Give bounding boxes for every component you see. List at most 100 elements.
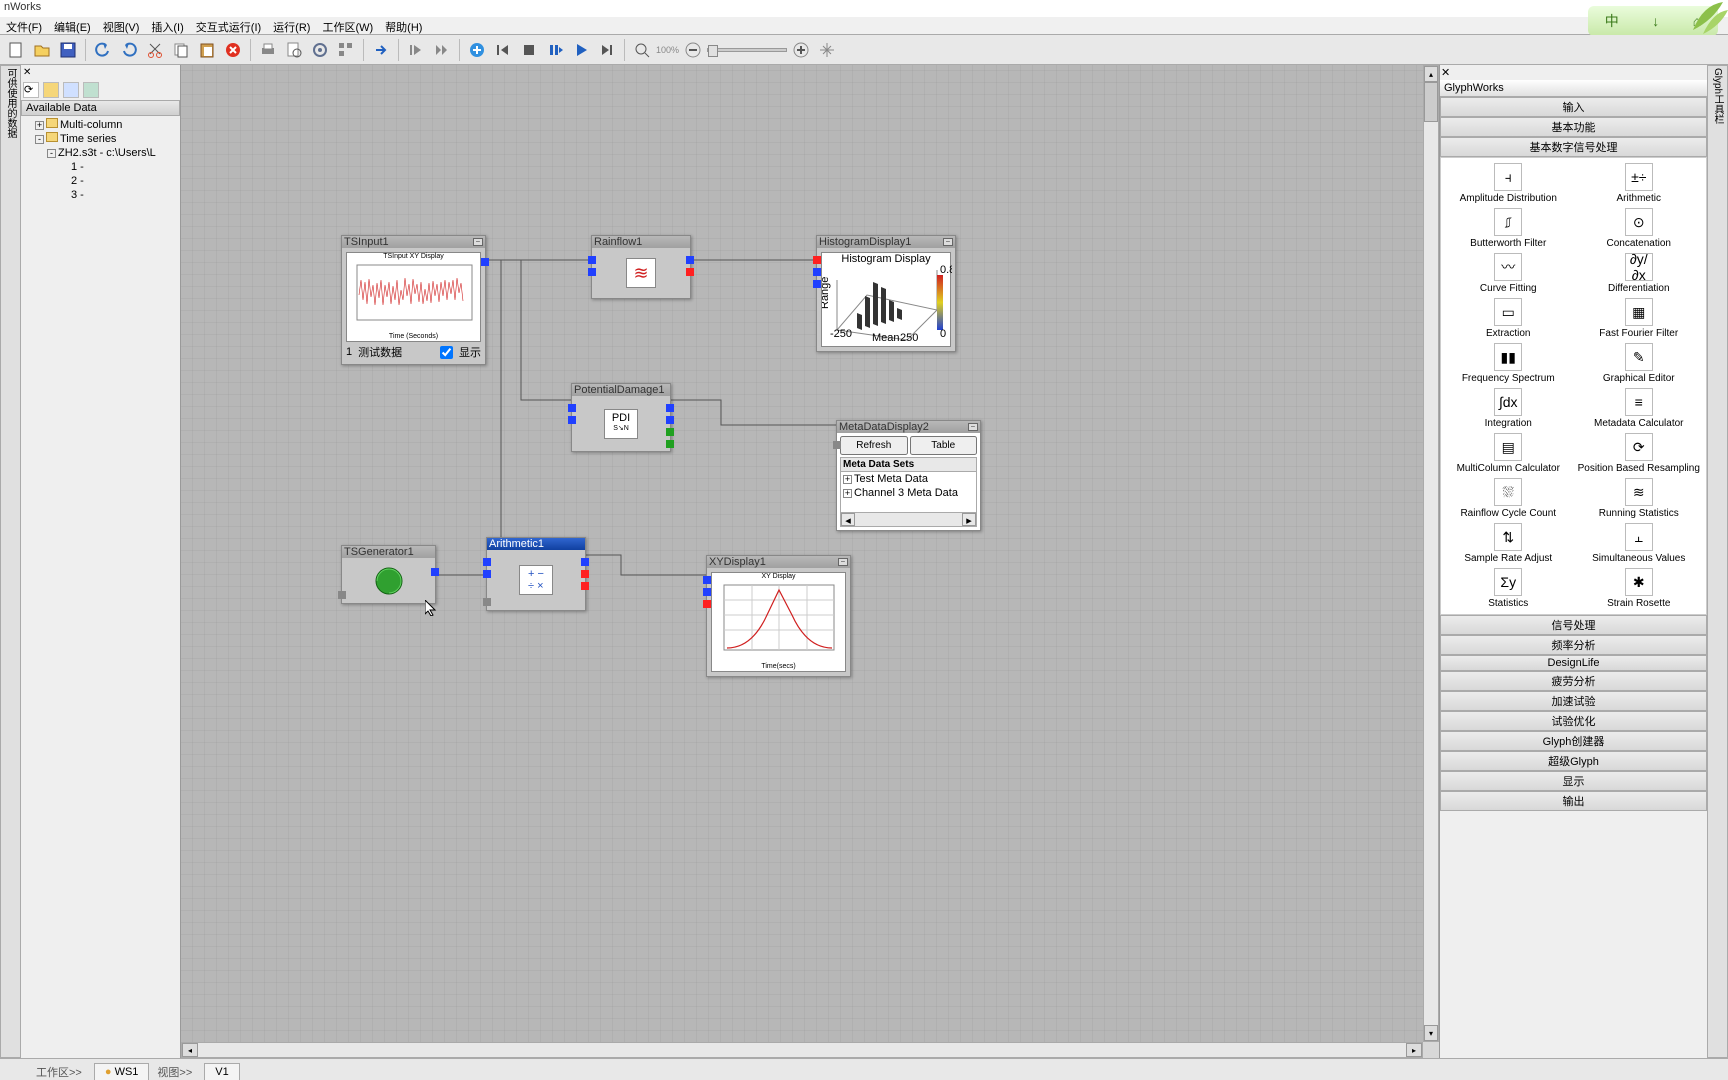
tree-file[interactable]: -ZH2.s3t - c:\Users\L	[23, 146, 178, 160]
port[interactable]	[568, 404, 576, 412]
port[interactable]	[833, 441, 841, 449]
glyph-item-running-statistics[interactable]: ≋Running Statistics	[1576, 477, 1703, 520]
port[interactable]	[568, 416, 576, 424]
glyph-item-fast-fourier-filter[interactable]: ▦Fast Fourier Filter	[1576, 297, 1703, 340]
menu-help[interactable]: 帮助(H)	[379, 17, 428, 34]
minimize-icon[interactable]: –	[943, 238, 953, 246]
port[interactable]	[581, 570, 589, 578]
port[interactable]	[431, 568, 439, 576]
port[interactable]	[703, 588, 711, 596]
save-button[interactable]	[56, 38, 80, 62]
print-button[interactable]	[256, 38, 280, 62]
sec-builder[interactable]: Glyph创建器	[1440, 731, 1707, 751]
sec-opt[interactable]: 试验优化	[1440, 711, 1707, 731]
tab-v1[interactable]: V1	[204, 1063, 239, 1080]
scroll-right-icon[interactable]: ▸	[962, 513, 976, 526]
glyph-item-integration[interactable]: ∫dxIntegration	[1445, 387, 1572, 430]
port[interactable]	[666, 416, 674, 424]
step-1-button[interactable]	[404, 38, 428, 62]
glyph-item-sample-rate-adjust[interactable]: ⇅Sample Rate Adjust	[1445, 522, 1572, 565]
canvas-hscroll[interactable]: ◂▸	[181, 1042, 1423, 1058]
port[interactable]	[588, 268, 596, 276]
glyph-item-graphical-editor[interactable]: ✎Graphical Editor	[1576, 342, 1703, 385]
minimize-icon[interactable]: –	[473, 238, 483, 246]
table-icon[interactable]	[63, 82, 79, 98]
port[interactable]	[703, 576, 711, 584]
copy-button[interactable]	[169, 38, 193, 62]
port[interactable]	[703, 600, 711, 608]
add-button[interactable]	[465, 38, 489, 62]
settings-button[interactable]	[308, 38, 332, 62]
tree-ch1[interactable]: 1 -	[23, 160, 178, 174]
right-close-button[interactable]: ✕	[1441, 66, 1450, 79]
sec-design[interactable]: DesignLife	[1440, 655, 1707, 671]
node-arithmetic[interactable]: Arithmetic1 + −÷ ×	[486, 537, 586, 611]
glyph-item-position-based-resampling[interactable]: ⟳Position Based Resampling	[1576, 432, 1703, 475]
node-xydisplay[interactable]: XYDisplay1– XY Display Time(secs)	[706, 555, 851, 677]
sec-fatigue[interactable]: 疲劳分析	[1440, 671, 1707, 691]
copy-tree-icon[interactable]	[83, 82, 99, 98]
stop-button[interactable]	[517, 38, 541, 62]
port[interactable]	[666, 404, 674, 412]
sec-output[interactable]: 输出	[1440, 791, 1707, 811]
skip-back-button[interactable]	[491, 38, 515, 62]
glyph-item-multicolumn-calculator[interactable]: ▤MultiColumn Calculator	[1445, 432, 1572, 475]
glyph-item-statistics[interactable]: ΣyStatistics	[1445, 567, 1572, 610]
port[interactable]	[813, 268, 821, 276]
canvas-area[interactable]: TSInput1– TSInput XY Display Time (Secon…	[181, 65, 1439, 1058]
glyph-item-frequency-spectrum[interactable]: ▮▮Frequency Spectrum	[1445, 342, 1572, 385]
tree-ch3[interactable]: 3 -	[23, 188, 178, 202]
port[interactable]	[813, 280, 821, 288]
open-button[interactable]	[30, 38, 54, 62]
left-close-button[interactable]: ✕	[22, 66, 32, 79]
zoom-fit-button[interactable]	[630, 38, 654, 62]
menu-file[interactable]: 文件(F)	[0, 17, 48, 34]
node-metadata[interactable]: MetaDataDisplay2– Refresh Table Meta Dat…	[836, 420, 981, 531]
delete-button[interactable]	[221, 38, 245, 62]
meta-row2[interactable]: +Channel 3 Meta Data	[841, 486, 976, 500]
minimize-icon[interactable]: –	[838, 558, 848, 566]
node-potentialdamage[interactable]: PotentialDamage1 PDIS↘N	[571, 383, 671, 452]
ime-down-icon[interactable]: ↓	[1646, 11, 1665, 31]
glyph-item-rainflow-cycle-count[interactable]: ⛆Rainflow Cycle Count	[1445, 477, 1572, 520]
node-rainflow[interactable]: Rainflow1 ≋	[591, 235, 691, 299]
tree-time-series[interactable]: -Time series	[23, 132, 178, 146]
menu-run[interactable]: 运行(R)	[267, 17, 316, 34]
port[interactable]	[338, 591, 346, 599]
sec-sig[interactable]: 信号处理	[1440, 615, 1707, 635]
ime-zh-icon[interactable]: 中	[1599, 9, 1625, 33]
sec-super[interactable]: 超级Glyph	[1440, 751, 1707, 771]
refresh-button[interactable]: Refresh	[840, 436, 908, 455]
pan-button[interactable]	[815, 38, 839, 62]
step-2-button[interactable]	[430, 38, 454, 62]
folder-icon[interactable]	[43, 82, 59, 98]
port[interactable]	[483, 558, 491, 566]
arrange-button[interactable]	[334, 38, 358, 62]
new-file-button[interactable]	[4, 38, 28, 62]
skip-fwd-button[interactable]	[595, 38, 619, 62]
glyph-item-curve-fitting[interactable]: 〰Curve Fitting	[1445, 252, 1572, 295]
port[interactable]	[686, 256, 694, 264]
menu-insert[interactable]: 插入(I)	[145, 17, 189, 34]
glyph-item-extraction[interactable]: ▭Extraction	[1445, 297, 1572, 340]
canvas-vscroll[interactable]: ▴▾	[1423, 65, 1439, 1042]
port[interactable]	[666, 440, 674, 448]
tab-ws1[interactable]: WS1	[94, 1063, 150, 1080]
port[interactable]	[483, 598, 491, 606]
display-checkbox[interactable]	[440, 346, 453, 359]
glyph-item-metadata-calculator[interactable]: ≡Metadata Calculator	[1576, 387, 1703, 430]
scroll-left-icon[interactable]: ◂	[841, 513, 855, 526]
menu-edit[interactable]: 编辑(E)	[48, 17, 97, 34]
glyph-item-concatenation[interactable]: ⊙Concatenation	[1576, 207, 1703, 250]
undo-button[interactable]	[91, 38, 115, 62]
run-arrow-button[interactable]	[369, 38, 393, 62]
glyph-item-strain-rosette[interactable]: ✱Strain Rosette	[1576, 567, 1703, 610]
workflow-canvas[interactable]: TSInput1– TSInput XY Display Time (Secon…	[181, 65, 1423, 1042]
port[interactable]	[581, 558, 589, 566]
glyph-item-differentiation[interactable]: ∂y/∂xDifferentiation	[1576, 252, 1703, 295]
port[interactable]	[813, 256, 821, 264]
minimize-icon[interactable]: –	[968, 423, 978, 431]
zoom-in-button[interactable]	[789, 38, 813, 62]
port[interactable]	[588, 256, 596, 264]
sec-freq[interactable]: 频率分析	[1440, 635, 1707, 655]
